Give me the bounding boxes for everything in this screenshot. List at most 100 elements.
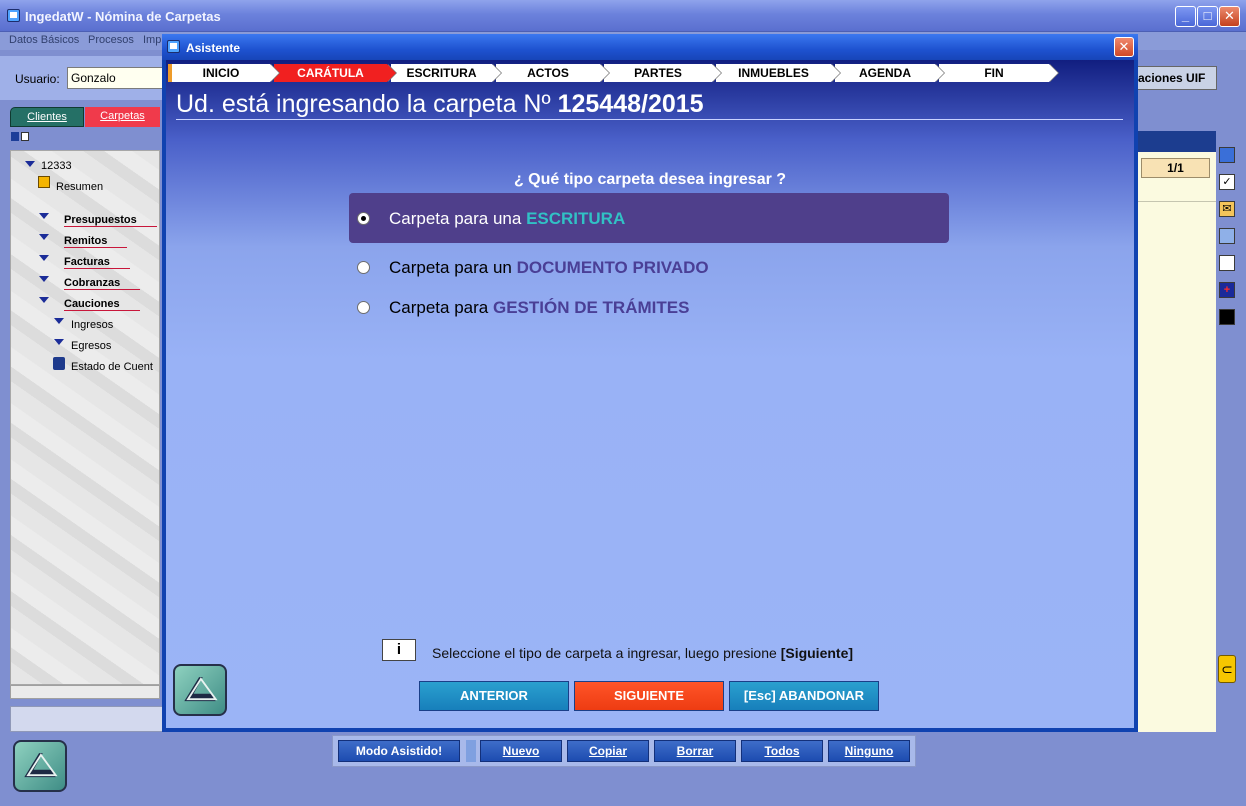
user-field[interactable]: Gonzalo — [67, 67, 165, 89]
status-bar — [10, 706, 165, 732]
list-icon — [53, 357, 65, 370]
expand-triangle-icon[interactable] — [39, 297, 49, 303]
expand-triangle-icon[interactable] — [39, 276, 49, 282]
tree-root[interactable]: 12333 — [41, 160, 72, 172]
info-text: Seleccione el tipo de carpeta a ingresar… — [432, 645, 853, 661]
page-title: Ud. está ingresando la carpeta Nº 125448… — [176, 90, 704, 119]
bottom-toolbar: Modo Asistido! Nuevo Copiar Borrar Todos… — [332, 735, 916, 767]
add-icon[interactable]: + — [1219, 282, 1235, 298]
app-window-icon — [167, 40, 180, 53]
radio-icon[interactable] — [357, 301, 370, 314]
option-escritura[interactable]: Carpeta para una ESCRITURA — [349, 193, 949, 243]
folder-icon — [38, 176, 50, 188]
tree-item-facturas[interactable]: Facturas — [64, 256, 130, 269]
logo-icon — [173, 664, 227, 716]
tab-clientes[interactable]: Clientes — [10, 107, 84, 127]
step-caratula[interactable]: CARÁTULA — [274, 64, 397, 82]
step-inmuebles[interactable]: INMUEBLES — [716, 64, 841, 82]
expand-triangle-icon[interactable] — [39, 213, 49, 219]
tree-panel: 12333 Resumen Presupuestos Remitos Factu… — [10, 150, 160, 685]
menu-imp[interactable]: Imp — [143, 34, 161, 46]
todos-button[interactable]: Todos — [741, 740, 823, 762]
menu-datos-basicos[interactable]: Datos Básicos — [9, 34, 79, 46]
option-prefix: Carpeta para un — [389, 258, 512, 277]
app-window-icon — [7, 9, 20, 22]
calculator-icon[interactable] — [1219, 147, 1235, 163]
toolbar-separator — [466, 740, 476, 762]
document-icon[interactable] — [21, 132, 29, 141]
tree-item-remitos[interactable]: Remitos — [64, 235, 128, 248]
expand-all-icon[interactable] — [11, 132, 19, 141]
folder-number: 125448/2015 — [557, 90, 704, 118]
option-keyword: ESCRITURA — [526, 209, 626, 228]
step-inicio[interactable]: INICIO — [168, 64, 280, 82]
info-message: Seleccione el tipo de carpeta a ingresar… — [432, 645, 777, 661]
abandonar-button[interactable]: [Esc] ABANDONAR — [729, 681, 879, 711]
dialog-titlebar: Asistente ✕ — [162, 34, 1138, 60]
right-panel-header — [1137, 131, 1216, 152]
expand-triangle-icon[interactable] — [39, 255, 49, 261]
minimize-button[interactable]: _ — [1175, 6, 1196, 27]
expand-triangle-icon[interactable] — [54, 318, 64, 324]
mail-icon[interactable]: ✉ — [1219, 201, 1235, 217]
main-titlebar: IngedatW - Nómina de Carpetas _ □ ✕ — [0, 0, 1246, 32]
step-escritura[interactable]: ESCRITURA — [391, 64, 502, 82]
tree-item-cobranzas[interactable]: Cobranzas — [64, 277, 141, 290]
tree-item-cauciones[interactable]: Cauciones — [64, 298, 140, 311]
dialog-close-button[interactable]: ✕ — [1114, 37, 1134, 57]
tree-resumen[interactable]: Resumen — [56, 181, 103, 193]
tree-horizontal-scrollbar[interactable] — [10, 685, 160, 699]
right-panel — [1137, 152, 1216, 732]
nuevo-button[interactable]: Nuevo — [480, 740, 562, 762]
close-button[interactable]: ✕ — [1219, 6, 1240, 27]
tree-estado-de-cuenta[interactable]: Estado de Cuent — [71, 361, 153, 373]
dialog-title: Asistente — [186, 41, 241, 55]
info-key: [Siguiente] — [780, 645, 854, 661]
clipboard-icon[interactable] — [1219, 255, 1235, 271]
step-partes[interactable]: PARTES — [604, 64, 722, 82]
tree-subitem-egresos[interactable]: Egresos — [71, 340, 111, 352]
option-prefix: Carpeta para una — [389, 209, 522, 228]
option-label: Carpeta para una ESCRITURA — [389, 209, 625, 229]
step-fin[interactable]: FIN — [939, 64, 1059, 82]
modo-asistido-button[interactable]: Modo Asistido! — [338, 740, 460, 762]
info-icon: i — [382, 639, 416, 661]
radio-icon[interactable] — [357, 261, 370, 274]
option-keyword: GESTIÓN DE TRÁMITES — [492, 298, 690, 317]
user-label: Usuario: — [15, 72, 60, 86]
option-keyword: DOCUMENTO PRIVADO — [516, 258, 709, 277]
asistente-dialog: Asistente ✕ INICIO CARÁTULA ESCRITURA AC… — [162, 34, 1138, 732]
checklist-icon[interactable]: ✓ — [1219, 174, 1235, 190]
main-window-title: IngedatW - Nómina de Carpetas — [25, 9, 221, 24]
copiar-button[interactable]: Copiar — [567, 740, 649, 762]
save-icon[interactable] — [1219, 228, 1235, 244]
right-panel-separator — [1137, 185, 1216, 202]
menu-procesos[interactable]: Procesos — [88, 34, 134, 46]
step-agenda[interactable]: AGENDA — [835, 64, 945, 82]
maximize-button[interactable]: □ — [1197, 6, 1218, 27]
logo-icon[interactable] — [13, 740, 67, 792]
tree-item-presupuestos[interactable]: Presupuestos — [64, 214, 157, 227]
page-counter: 1/1 — [1141, 158, 1210, 178]
tab-carpetas[interactable]: Carpetas — [85, 107, 160, 127]
option-label: Carpeta para GESTIÓN DE TRÁMITES — [389, 298, 689, 318]
option-prefix: Carpeta para — [389, 298, 489, 317]
dialog-body: INICIO CARÁTULA ESCRITURA ACTOS PARTES I… — [166, 60, 1134, 728]
heading-prefix: Ud. está ingresando la carpeta Nº — [176, 90, 551, 118]
question-label: ¿ Qué tipo carpeta desea ingresar ? — [513, 171, 787, 188]
anterior-button[interactable]: ANTERIOR — [419, 681, 569, 711]
radio-icon[interactable] — [357, 212, 370, 225]
tree-subitem-ingresos[interactable]: Ingresos — [71, 319, 113, 331]
expand-triangle-icon[interactable] — [39, 234, 49, 240]
option-gestion-de-tramites[interactable]: Carpeta para GESTIÓN DE TRÁMITES — [349, 282, 949, 332]
eraser-icon[interactable] — [1219, 309, 1235, 325]
notificaciones-uif-button[interactable]: aciones UIF — [1133, 66, 1217, 90]
ninguno-button[interactable]: Ninguno — [828, 740, 910, 762]
siguiente-button[interactable]: SIGUIENTE — [574, 681, 724, 711]
wizard-steps: INICIO CARÁTULA ESCRITURA ACTOS PARTES I… — [168, 64, 1059, 82]
expand-triangle-icon[interactable] — [25, 161, 35, 167]
step-actos[interactable]: ACTOS — [496, 64, 610, 82]
expand-triangle-icon[interactable] — [54, 339, 64, 345]
borrar-button[interactable]: Borrar — [654, 740, 736, 762]
paperclip-icon[interactable]: ⊂ — [1218, 655, 1236, 683]
